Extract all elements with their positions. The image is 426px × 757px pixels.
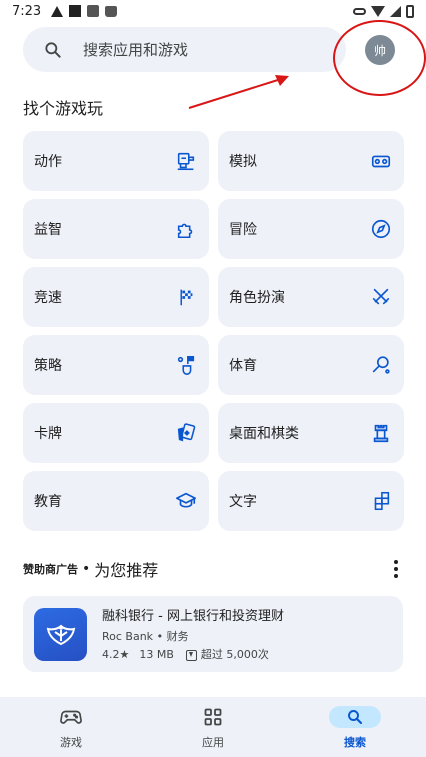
search-placeholder: 搜索应用和游戏: [83, 41, 189, 59]
apps-grid-icon: [187, 706, 239, 728]
status-time: 7:23: [12, 3, 42, 19]
section-title: 找个游戏玩: [23, 99, 104, 118]
sponsored-label: 赞助商广告: [23, 563, 78, 576]
warning-icon: [51, 5, 64, 17]
annotation-arrow: [188, 75, 289, 109]
nav-search[interactable]: 搜索: [284, 697, 426, 757]
category-label: 桌面和棋类: [229, 426, 299, 442]
battery-icon: [406, 4, 414, 18]
app-category: 财务: [166, 630, 189, 643]
meta-separator: •: [156, 630, 164, 643]
recommendations-title: 为您推荐: [94, 561, 159, 580]
search-icon: [45, 41, 61, 58]
category-tile-adventure[interactable]: 冒险: [218, 199, 404, 259]
android-icon: [105, 5, 118, 17]
chess-rook-icon: [370, 422, 392, 444]
recommendations-header: 赞助商广告 • 为您推荐: [23, 558, 404, 580]
avatar-initial: 帅: [373, 43, 386, 58]
nav-label: 搜索: [344, 736, 366, 749]
category-tile-sports[interactable]: 体育: [218, 335, 404, 395]
square-icon: [69, 5, 82, 17]
search-bar[interactable]: 搜索应用和游戏: [23, 27, 346, 72]
category-tile-role-playing[interactable]: 角色扮演: [218, 267, 404, 327]
app-rating: 4.2★: [102, 648, 130, 661]
category-label: 角色扮演: [229, 290, 285, 306]
wifi-icon: [371, 5, 385, 17]
action-icon: [175, 150, 197, 172]
app-downloads: 超过 5,000次: [200, 648, 269, 661]
category-label: 卡牌: [34, 426, 62, 442]
app-card[interactable]: 融科银行 - 网上银行和投资理财 Roc Bank • 财务 4.2★ 13 M…: [23, 596, 403, 672]
checkered-flag-icon: [175, 286, 197, 308]
nav-apps[interactable]: 应用: [142, 697, 284, 757]
nav-games[interactable]: 游戏: [0, 697, 142, 757]
bottom-navigation: 游戏 应用 搜索: [0, 697, 426, 757]
separator-dot: •: [82, 561, 91, 577]
category-label: 动作: [34, 154, 62, 170]
category-label: 教育: [34, 494, 62, 510]
category-tile-action[interactable]: 动作: [23, 131, 209, 191]
graduation-cap-icon: [175, 490, 197, 512]
app-size: 13 MB: [139, 648, 174, 661]
nav-label: 游戏: [60, 736, 82, 749]
app-developer-line: Roc Bank • 财务: [102, 628, 284, 646]
strategy-icon: [175, 354, 197, 376]
app-notification-icon: [87, 5, 100, 17]
category-label: 体育: [229, 358, 257, 374]
category-tile-strategy[interactable]: 策略: [23, 335, 209, 395]
compass-icon: [370, 218, 392, 240]
category-label: 模拟: [229, 154, 257, 170]
nav-label: 应用: [202, 736, 224, 749]
cards-icon: [175, 422, 197, 444]
app-developer: Roc Bank: [102, 630, 154, 643]
category-tile-word[interactable]: 文字: [218, 471, 404, 531]
account-avatar[interactable]: 帅: [365, 35, 395, 65]
vr-headset-icon: [370, 150, 392, 172]
puzzle-icon: [175, 218, 197, 240]
more-vert-icon[interactable]: [388, 558, 404, 580]
category-label: 策略: [34, 358, 62, 374]
category-tile-education[interactable]: 教育: [23, 471, 209, 531]
app-logo: [34, 608, 87, 661]
download-icon: [185, 649, 197, 661]
category-label: 竞速: [34, 290, 62, 306]
crossed-swords-icon: [370, 286, 392, 308]
category-label: 冒险: [229, 222, 257, 238]
status-bar: 7:23: [0, 0, 426, 22]
category-tile-racing[interactable]: 竞速: [23, 267, 209, 327]
app-name: 融科银行 - 网上银行和投资理财: [102, 609, 284, 624]
vpn-key-icon: [353, 7, 366, 15]
word-blocks-icon: [370, 490, 392, 512]
app-stats: 4.2★ 13 MB 超过 5,000次: [102, 646, 284, 664]
gamepad-icon: [45, 706, 97, 728]
badminton-icon: [370, 354, 392, 376]
category-grid: 动作 模拟 益智 冒险 竞速 角色扮演 策略 体育 卡牌 桌面和棋类 教育 文字: [23, 131, 404, 531]
category-tile-card[interactable]: 卡牌: [23, 403, 209, 463]
category-tile-simulation[interactable]: 模拟: [218, 131, 404, 191]
search-icon: [329, 706, 381, 728]
winged-shield-icon: [46, 624, 75, 645]
category-tile-board[interactable]: 桌面和棋类: [218, 403, 404, 463]
category-tile-puzzle[interactable]: 益智: [23, 199, 209, 259]
signal-icon: [390, 5, 401, 17]
category-label: 益智: [34, 222, 62, 238]
category-label: 文字: [229, 494, 257, 510]
